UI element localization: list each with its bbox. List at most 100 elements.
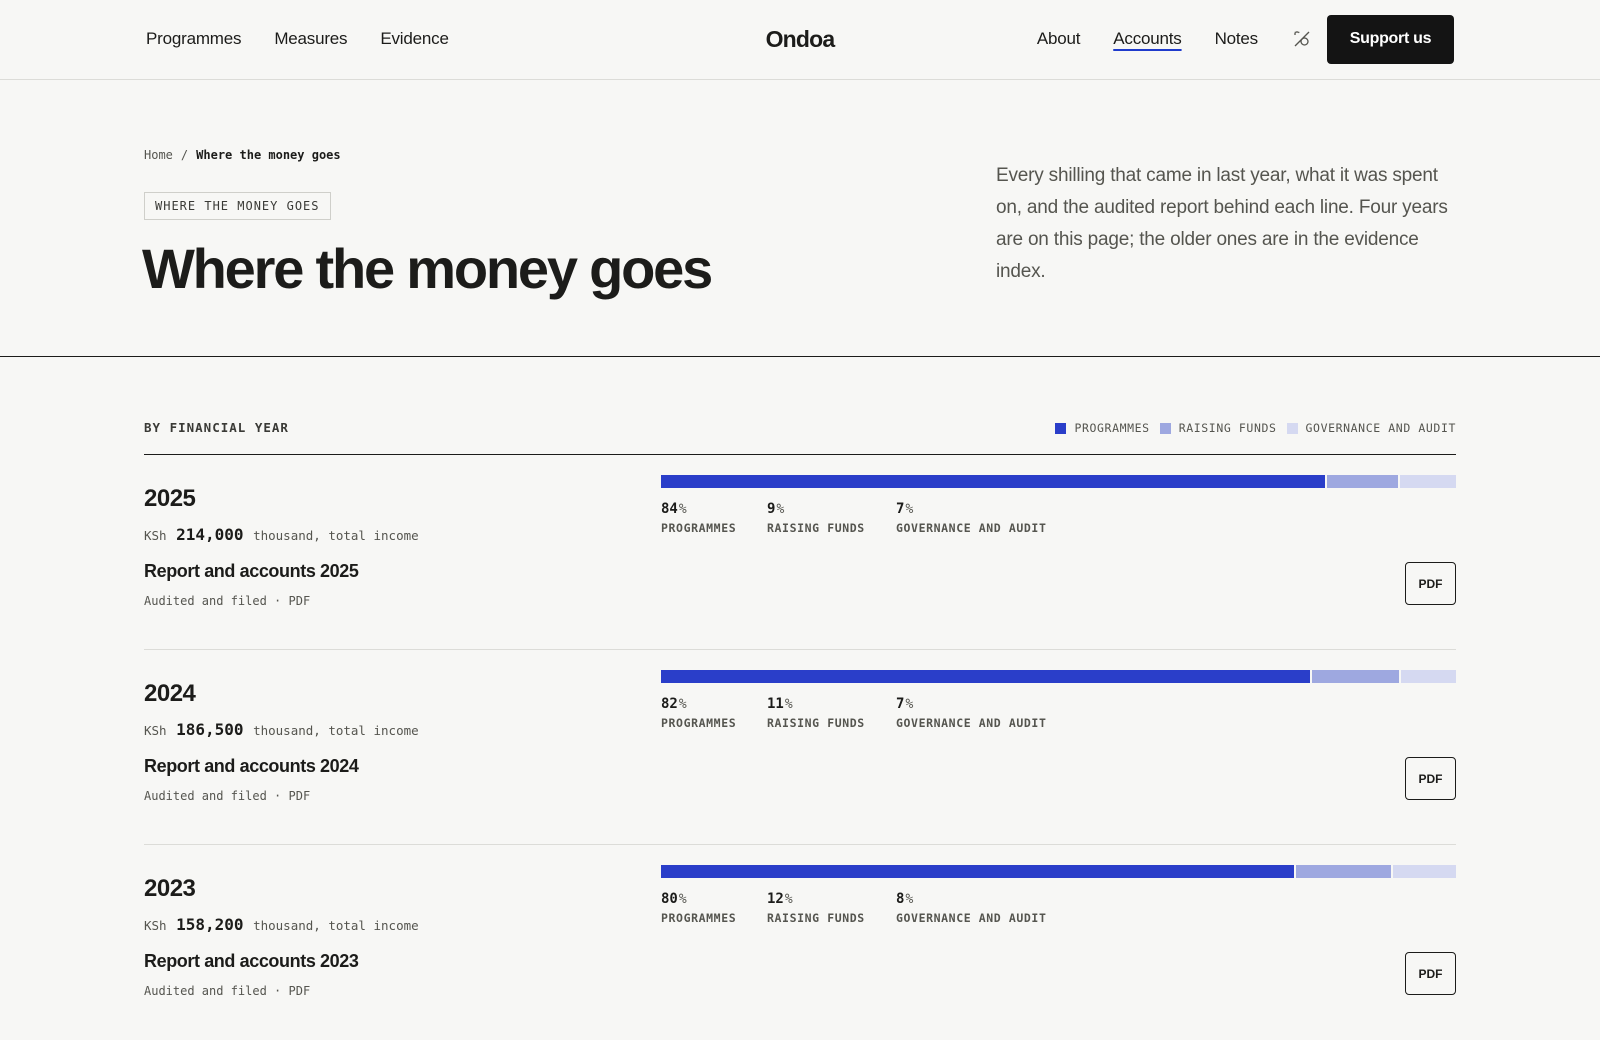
nav-notes[interactable]: Notes xyxy=(1215,29,1259,49)
percent-sign: % xyxy=(678,502,687,517)
year-label: 2024 xyxy=(144,680,196,707)
stat-label: RAISING FUNDS xyxy=(767,911,865,925)
brand-logo[interactable]: Ondoa xyxy=(766,26,836,53)
year-label: 2025 xyxy=(144,485,196,512)
section-eyebrow-tag: WHERE THE MONEY GOES xyxy=(144,192,331,220)
year-row: 2024 KSh 186,500 thousand, total income … xyxy=(144,650,1456,845)
breadcrumb-home[interactable]: Home xyxy=(144,148,173,162)
pdf-download-button[interactable]: PDF xyxy=(1405,952,1456,995)
legend-label: GOVERNANCE AND AUDIT xyxy=(1305,421,1456,435)
income-unit: thousand, total income xyxy=(253,918,419,933)
stat-value: 82 xyxy=(661,696,678,712)
income-unit: thousand, total income xyxy=(253,723,419,738)
stat-label: PROGRAMMES xyxy=(661,716,737,730)
pdf-download-button[interactable]: PDF xyxy=(1405,562,1456,605)
report-meta: Audited and filed · PDF xyxy=(144,594,311,608)
stat-label: PROGRAMMES xyxy=(661,521,737,535)
page-title: Where the money goes xyxy=(142,237,713,300)
bar-segment-governance xyxy=(1401,670,1456,683)
stat-governance: 8% GOVERNANCE AND AUDIT xyxy=(896,891,1046,925)
stat-value: 84 xyxy=(661,501,678,517)
income-amount: 214,000 xyxy=(176,525,244,544)
nav-programmes[interactable]: Programmes xyxy=(146,29,242,49)
stat-value: 12 xyxy=(767,891,784,907)
percent-sign: % xyxy=(678,892,687,907)
stat-label: RAISING FUNDS xyxy=(767,521,865,535)
stat-value: 7 xyxy=(896,696,905,712)
stat-programmes: 82% PROGRAMMES xyxy=(661,696,737,730)
hero-divider xyxy=(0,356,1600,357)
legend: PROGRAMMES RAISING FUNDS GOVERNANCE AND … xyxy=(1055,421,1456,435)
spending-split-bar xyxy=(661,865,1456,878)
currency: KSh xyxy=(144,528,167,543)
split-stats: 82% PROGRAMMES 11% RAISING FUNDS 7% GOVE… xyxy=(661,696,1076,730)
currency: KSh xyxy=(144,723,167,738)
report-meta: Audited and filed · PDF xyxy=(144,984,311,998)
year-row: 2025 KSh 214,000 thousand, total income … xyxy=(144,455,1456,650)
stat-label: GOVERNANCE AND AUDIT xyxy=(896,716,1047,730)
bar-segment-governance xyxy=(1393,865,1456,878)
bar-segment-raising-funds xyxy=(1312,670,1399,683)
total-income: KSh 158,200 thousand, total income xyxy=(144,915,419,934)
contrast-toggle-icon[interactable] xyxy=(1291,28,1313,50)
percent-sign: % xyxy=(678,697,687,712)
stat-label: GOVERNANCE AND AUDIT xyxy=(896,911,1047,925)
support-us-button[interactable]: Support us xyxy=(1327,14,1454,64)
stat-governance: 7% GOVERNANCE AND AUDIT xyxy=(896,501,1046,535)
breadcrumb-current: Where the money goes xyxy=(196,148,341,162)
report-title[interactable]: Report and accounts 2024 xyxy=(144,756,359,777)
spending-split-bar xyxy=(661,670,1456,683)
total-income: KSh 186,500 thousand, total income xyxy=(144,720,419,739)
pdf-download-button[interactable]: PDF xyxy=(1405,757,1456,800)
split-stats: 84% PROGRAMMES 9% RAISING FUNDS 7% GOVER… xyxy=(661,501,1076,535)
page-intro: Every shilling that came in last year, w… xyxy=(996,165,1448,282)
year-label: 2023 xyxy=(144,875,196,902)
report-title[interactable]: Report and accounts 2025 xyxy=(144,561,359,582)
income-amount: 186,500 xyxy=(176,720,244,739)
percent-sign: % xyxy=(784,697,793,712)
total-income: KSh 214,000 thousand, total income xyxy=(144,525,419,544)
bar-segment-raising-funds xyxy=(1327,475,1398,488)
bar-segment-programmes xyxy=(661,865,1294,878)
nav-measures[interactable]: Measures xyxy=(274,29,347,49)
report-title[interactable]: Report and accounts 2023 xyxy=(144,951,359,972)
legend-swatch-raising-funds xyxy=(1159,422,1171,434)
spending-split-bar xyxy=(661,475,1456,488)
bar-segment-programmes xyxy=(661,670,1310,683)
split-stats: 80% PROGRAMMES 12% RAISING FUNDS 8% GOVE… xyxy=(661,891,1076,925)
percent-sign: % xyxy=(905,892,914,907)
bar-segment-governance xyxy=(1400,475,1456,488)
bar-segment-programmes xyxy=(661,475,1325,488)
financial-year-header: BY FINANCIAL YEAR PROGRAMMES RAISING FUN… xyxy=(144,415,1456,455)
legend-label: RAISING FUNDS xyxy=(1178,421,1277,435)
stat-value: 80 xyxy=(661,891,678,907)
year-row: 2023 KSh 158,200 thousand, total income … xyxy=(144,845,1456,1040)
stat-programmes: 84% PROGRAMMES xyxy=(661,501,737,535)
stat-value: 11 xyxy=(767,696,784,712)
breadcrumb-separator: / xyxy=(180,148,189,162)
nav-evidence[interactable]: Evidence xyxy=(380,29,449,49)
currency: KSh xyxy=(144,918,167,933)
stat-raising-funds: 12% RAISING FUNDS xyxy=(767,891,866,925)
legend-item-programmes: PROGRAMMES xyxy=(1055,421,1149,435)
percent-sign: % xyxy=(784,892,793,907)
legend-item-governance: GOVERNANCE AND AUDIT xyxy=(1286,421,1456,435)
stat-value: 7 xyxy=(896,501,905,517)
income-unit: thousand, total income xyxy=(253,528,419,543)
stat-raising-funds: 9% RAISING FUNDS xyxy=(767,501,866,535)
stat-label: GOVERNANCE AND AUDIT xyxy=(896,521,1047,535)
nav-accounts[interactable]: Accounts xyxy=(1113,29,1182,49)
percent-sign: % xyxy=(905,502,914,517)
legend-item-raising-funds: RAISING FUNDS xyxy=(1159,421,1277,435)
nav-about[interactable]: About xyxy=(1037,29,1081,49)
legend-label: PROGRAMMES xyxy=(1074,421,1150,435)
top-nav-bar: Programmes Measures Evidence Ondoa About… xyxy=(0,0,1600,80)
percent-sign: % xyxy=(776,502,785,517)
stat-label: PROGRAMMES xyxy=(661,911,737,925)
percent-sign: % xyxy=(905,697,914,712)
breadcrumb: Home / Where the money goes xyxy=(144,148,341,162)
stat-governance: 7% GOVERNANCE AND AUDIT xyxy=(896,696,1046,730)
section-title: BY FINANCIAL YEAR xyxy=(144,420,289,435)
bar-segment-raising-funds xyxy=(1296,865,1391,878)
report-meta: Audited and filed · PDF xyxy=(144,789,311,803)
